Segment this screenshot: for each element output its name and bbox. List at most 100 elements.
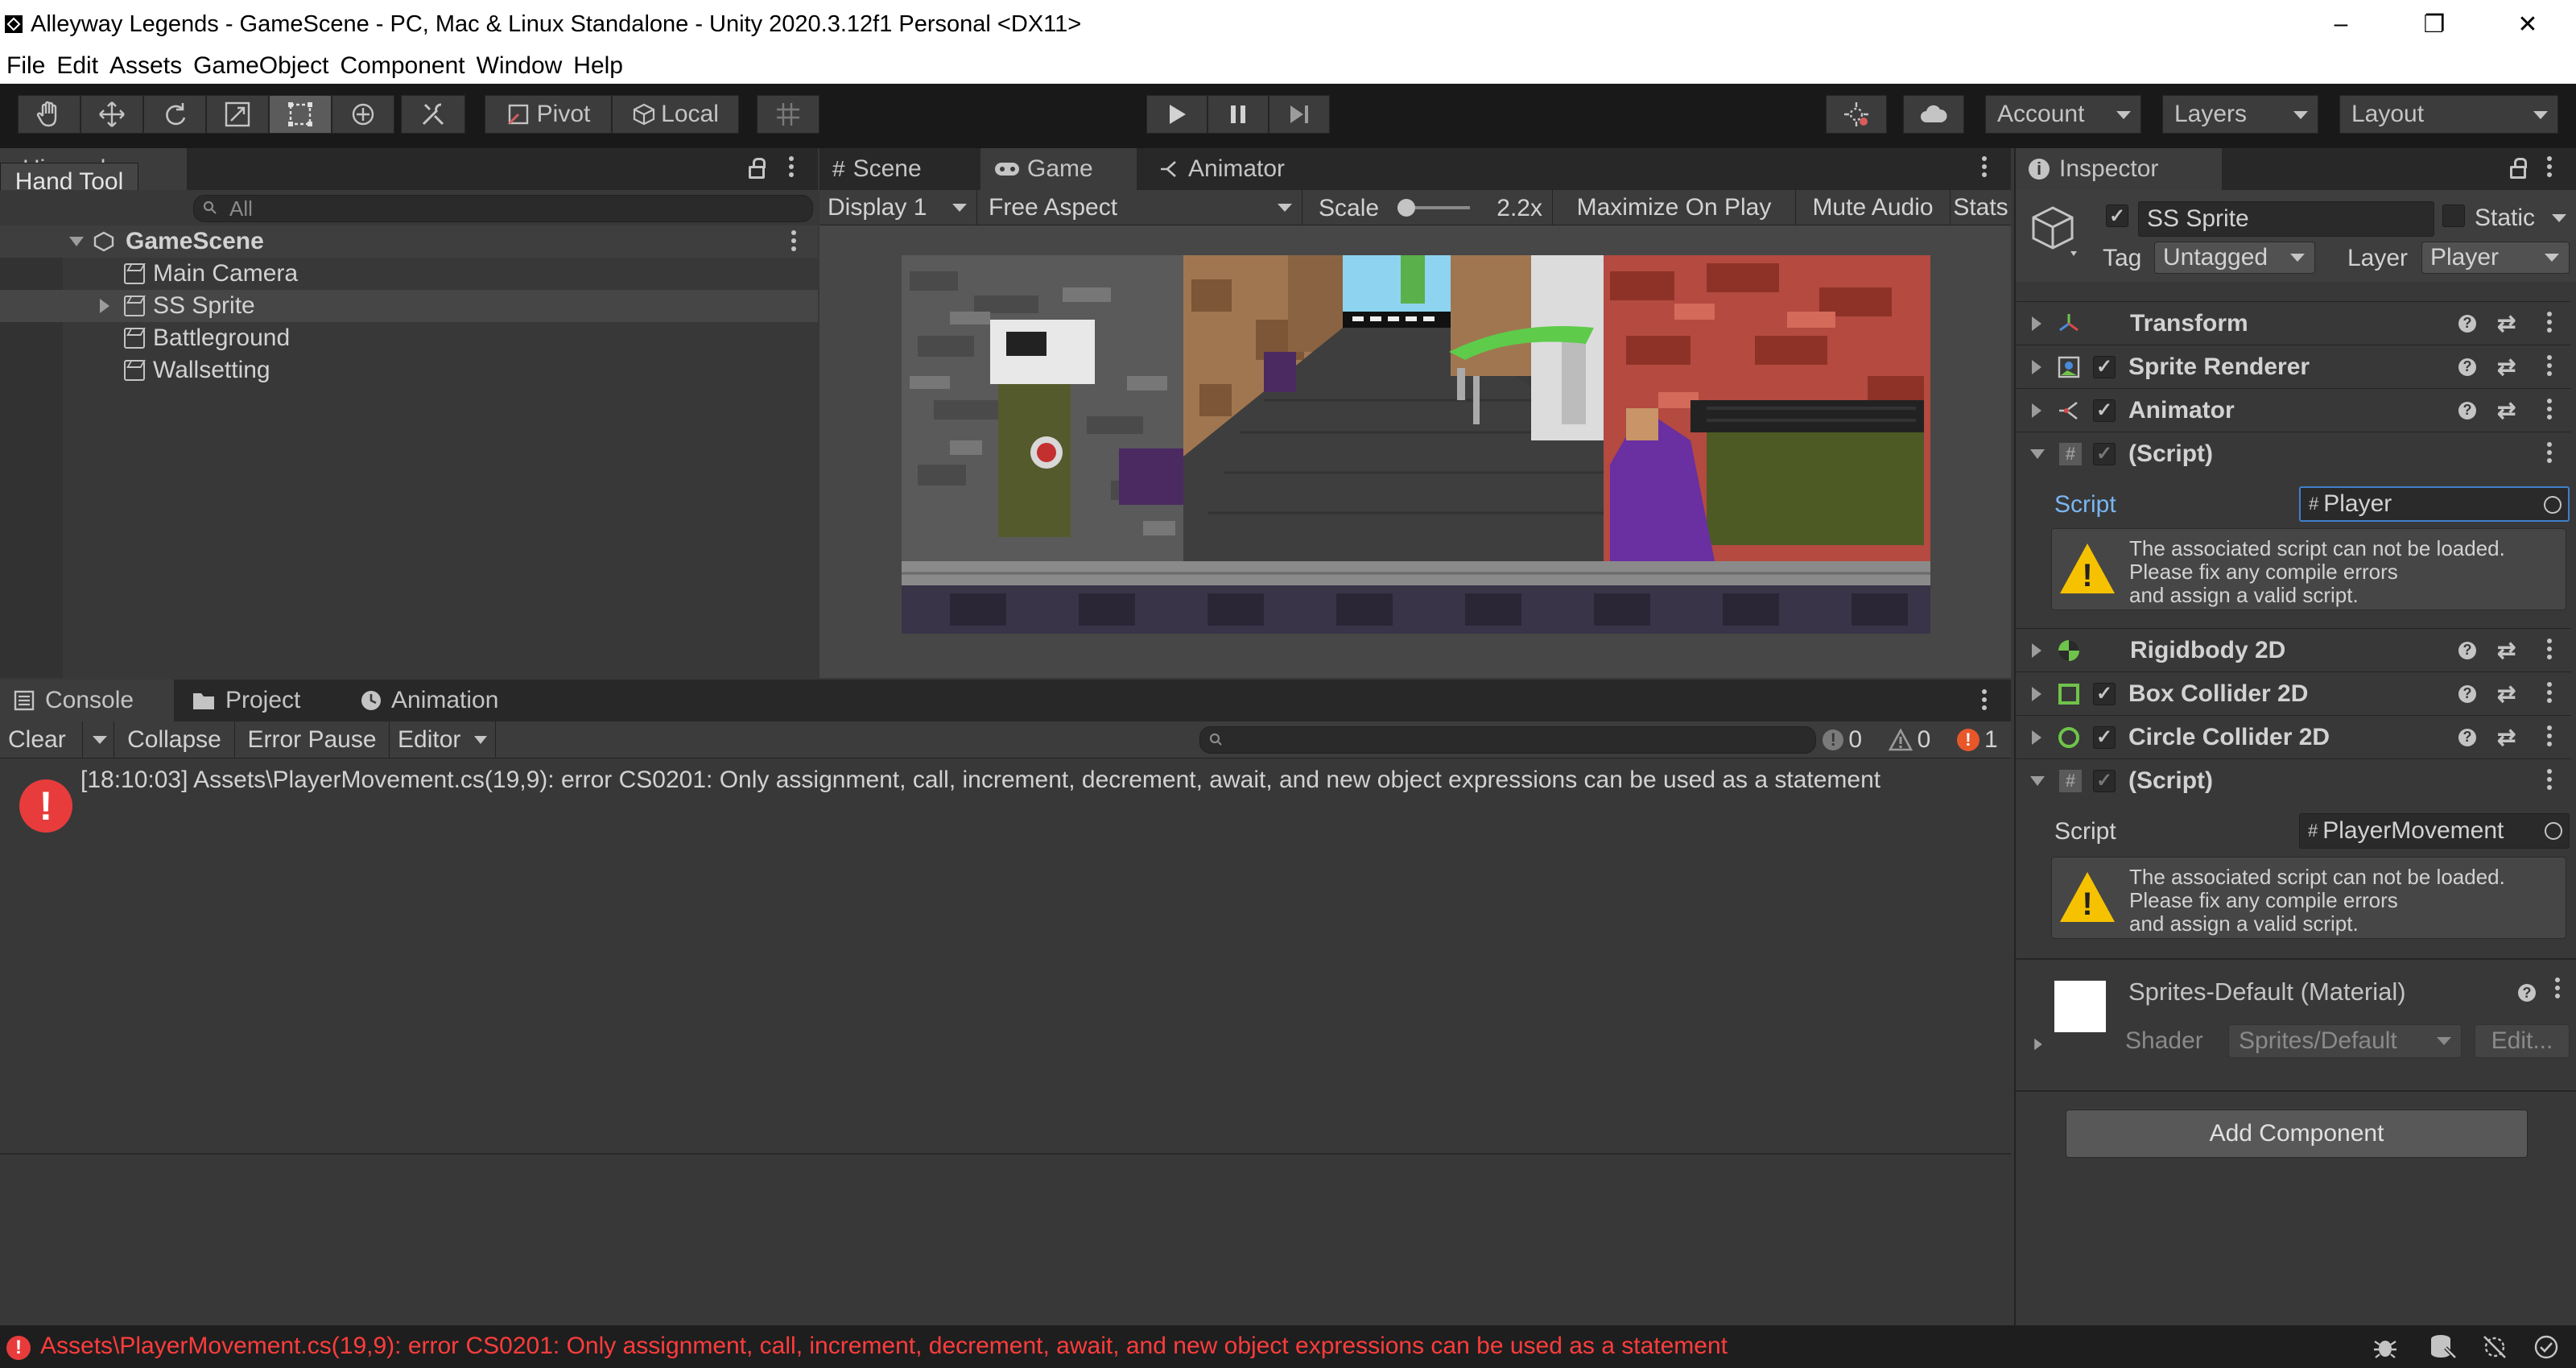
help-icon[interactable]: ? <box>2458 728 2476 746</box>
object-name-field[interactable]: SS Sprite <box>2138 201 2434 237</box>
shader-dropdown[interactable]: Sprites/Default <box>2228 1024 2462 1058</box>
enabled-checkbox[interactable]: ✓ <box>2093 399 2116 422</box>
script-field-player-movement[interactable]: # PlayerMovement <box>2299 813 2570 849</box>
hierarchy-item-wallsetting[interactable]: Wallsetting <box>0 354 818 386</box>
clear-options-dropdown[interactable] <box>82 721 114 758</box>
component-menu-icon[interactable] <box>2547 355 2552 360</box>
component-menu-icon[interactable] <box>2547 312 2552 316</box>
tab-project[interactable]: Project <box>179 680 336 721</box>
status-message[interactable]: Assets\PlayerMovement.cs(19,9): error CS… <box>40 1333 1728 1360</box>
static-checkbox[interactable] <box>2442 205 2465 227</box>
hierarchy-item-ss-sprite[interactable]: SS Sprite <box>0 290 818 322</box>
expand-arrow-icon[interactable] <box>2032 403 2041 418</box>
tab-animator[interactable]: Animator <box>1145 148 1314 190</box>
static-dropdown-icon[interactable] <box>2552 214 2566 222</box>
active-checkbox[interactable]: ✓ <box>2106 205 2128 227</box>
collapse-arrow-icon[interactable] <box>2030 448 2045 459</box>
maximize-on-play-toggle[interactable]: Maximize On Play <box>1552 190 1795 225</box>
display-dropdown[interactable]: Display 1 <box>819 190 977 225</box>
step-button[interactable] <box>1269 95 1330 134</box>
account-dropdown[interactable]: Account <box>1985 95 2141 134</box>
enabled-checkbox[interactable]: ✓ <box>2093 682 2116 705</box>
expand-arrow-icon[interactable] <box>2032 729 2041 745</box>
tab-inspector[interactable]: i Inspector <box>2016 148 2222 190</box>
cloud-button[interactable] <box>1903 95 1964 134</box>
auto-generate-lighting-icon[interactable] <box>2481 1333 2508 1361</box>
clear-button[interactable]: Clear <box>0 721 82 758</box>
component-rigidbody-2d[interactable]: Rigidbody 2D ? ⇄ <box>2016 628 2571 672</box>
transform-tool-button[interactable] <box>332 95 394 134</box>
component-menu-icon[interactable] <box>2547 682 2552 687</box>
hierarchy-search-input[interactable]: All <box>193 195 813 222</box>
custom-tools-button[interactable] <box>401 95 465 134</box>
component-circle-collider-2d[interactable]: ✓ Circle Collider 2D ? ⇄ <box>2016 715 2571 758</box>
error-count-toggle[interactable]: ! 1 <box>1956 726 1998 754</box>
layers-dropdown[interactable]: Layers <box>2162 95 2318 134</box>
preset-icon[interactable]: ⇄ <box>2497 637 2516 663</box>
menu-gameobject[interactable]: GameObject <box>193 52 328 80</box>
editor-dropdown[interactable]: Editor <box>390 721 496 758</box>
help-icon[interactable]: ? <box>2458 357 2476 376</box>
material-menu-icon[interactable] <box>2555 977 2560 982</box>
stats-toggle[interactable]: Stats <box>1950 190 2011 225</box>
lock-icon[interactable] <box>2510 158 2527 179</box>
material-preview[interactable] <box>2054 981 2106 1032</box>
component-transform[interactable]: Transform ? ⇄ <box>2016 301 2571 345</box>
component-box-collider-2d[interactable]: ✓ Box Collider 2D ? ⇄ <box>2016 672 2571 715</box>
console-menu-icon[interactable] <box>1982 689 1987 694</box>
object-picker-icon[interactable] <box>2545 822 2562 840</box>
scale-tool-button[interactable] <box>206 95 269 134</box>
tag-dropdown[interactable]: Untagged <box>2154 242 2315 274</box>
rotate-tool-button[interactable] <box>143 95 206 134</box>
menu-window[interactable]: Window <box>477 52 563 80</box>
hierarchy-item-battleground[interactable]: Battleground <box>0 322 818 354</box>
game-view-menu-icon[interactable] <box>1982 156 1987 161</box>
preset-icon[interactable]: ⇄ <box>2497 724 2516 750</box>
preset-icon[interactable]: ⇄ <box>2497 680 2516 707</box>
enabled-checkbox[interactable]: ✓ <box>2093 725 2116 749</box>
scale-slider-thumb[interactable] <box>1397 199 1415 217</box>
help-icon[interactable]: ? <box>2458 641 2476 659</box>
menu-assets[interactable]: Assets <box>109 52 182 80</box>
hierarchy-scene-row[interactable]: GameScene <box>0 225 818 258</box>
menu-component[interactable]: Component <box>340 52 464 80</box>
lock-icon[interactable] <box>749 158 766 179</box>
expand-arrow-icon[interactable] <box>2034 1038 2042 1051</box>
tab-console[interactable]: Console <box>0 680 174 721</box>
tab-animation[interactable]: Animation <box>346 680 536 721</box>
progress-check-icon[interactable] <box>2533 1333 2560 1361</box>
add-component-button[interactable]: Add Component <box>2066 1110 2528 1158</box>
console-search-input[interactable] <box>1199 726 1816 754</box>
grid-snap-button[interactable] <box>757 95 819 134</box>
cache-server-icon[interactable] <box>2428 1333 2457 1361</box>
enabled-checkbox[interactable]: ✓ <box>2093 769 2116 792</box>
help-icon[interactable]: ? <box>2518 984 2536 1002</box>
component-menu-icon[interactable] <box>2547 769 2552 774</box>
bug-icon[interactable] <box>2372 1333 2399 1361</box>
close-button[interactable]: ✕ <box>2481 0 2574 48</box>
collab-button[interactable] <box>1826 95 1887 134</box>
aspect-dropdown[interactable]: Free Aspect <box>977 190 1302 225</box>
expand-arrow-icon[interactable] <box>100 299 109 313</box>
scene-menu-icon[interactable] <box>791 230 796 235</box>
preset-icon[interactable]: ⇄ <box>2497 310 2516 337</box>
collapse-toggle[interactable]: Collapse <box>114 721 235 758</box>
warning-count-toggle[interactable]: 0 <box>1888 726 1930 754</box>
pivot-toggle[interactable]: Pivot <box>485 95 612 134</box>
component-sprite-renderer[interactable]: ✓ Sprite Renderer ? ⇄ <box>2016 345 2571 388</box>
console-entry[interactable]: ! [18:10:03] Assets\PlayerMovement.cs(19… <box>0 760 2011 834</box>
component-menu-icon[interactable] <box>2547 639 2552 643</box>
component-script-player[interactable]: # ✓ (Script) <box>2016 432 2571 475</box>
menu-edit[interactable]: Edit <box>56 52 98 80</box>
move-tool-button[interactable] <box>80 95 143 134</box>
local-toggle[interactable]: Local <box>612 95 739 134</box>
help-icon[interactable]: ? <box>2458 684 2476 703</box>
hierarchy-menu-icon[interactable] <box>789 156 794 161</box>
menu-file[interactable]: File <box>6 52 45 80</box>
component-menu-icon[interactable] <box>2547 725 2552 730</box>
component-animator[interactable]: ✓ Animator ? ⇄ <box>2016 388 2571 432</box>
enabled-checkbox[interactable]: ✓ <box>2093 442 2116 465</box>
object-picker-icon[interactable] <box>2544 496 2562 514</box>
menu-help[interactable]: Help <box>573 52 623 80</box>
script-field-player[interactable]: # Player <box>2299 486 2570 522</box>
